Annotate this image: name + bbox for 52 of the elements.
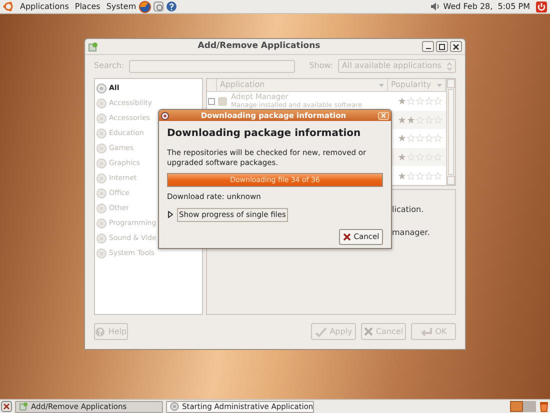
help-icon (95, 326, 106, 336)
help-button[interactable]: Help (94, 323, 128, 340)
workspace-switcher[interactable] (523, 401, 536, 412)
expander-arrow-icon[interactable] (167, 211, 174, 218)
circle-icon (96, 83, 107, 94)
star-icon (398, 134, 406, 142)
checkmark-icon (314, 326, 327, 336)
package-icon (88, 42, 98, 52)
caret-icon (379, 84, 384, 86)
package-icon (217, 96, 228, 107)
package-icon (19, 402, 28, 411)
column-header[interactable]: Application (217, 79, 388, 91)
description-text: lication. (392, 204, 425, 216)
star-icon (398, 97, 406, 106)
circle-icon (170, 402, 179, 411)
trash-icon[interactable] (539, 401, 549, 412)
maximize-button[interactable] (436, 41, 448, 52)
search-field[interactable] (129, 60, 296, 72)
scrollbar[interactable] (446, 79, 455, 185)
power-icon[interactable] (536, 0, 547, 12)
menu-item[interactable]: Places (74, 0, 100, 12)
description-text: manager. (392, 227, 431, 239)
minimize-icon (426, 48, 430, 49)
menu-item[interactable]: Applications (20, 0, 69, 12)
x-icon (364, 327, 373, 336)
cancel-button[interactable]: Cancel (361, 323, 406, 340)
clock[interactable]: Wed Feb 28, 5:05 PM (443, 0, 530, 12)
maximize-icon (439, 44, 445, 50)
minimize-button[interactable] (422, 41, 434, 52)
show-dropdown[interactable]: All available applications (338, 59, 456, 73)
close-button[interactable] (450, 41, 462, 52)
show-label: Show: (309, 60, 334, 72)
star-icon (398, 153, 406, 162)
search-label: Search: (94, 60, 124, 72)
globe-icon[interactable] (139, 0, 152, 12)
ok-button[interactable]: OK (411, 323, 456, 340)
checkbox[interactable] (208, 98, 215, 105)
return-arrow-icon (420, 326, 432, 336)
dialog-heading: Downloading package information (167, 128, 362, 140)
caret-icon (437, 84, 442, 86)
updown-arrows-icon (447, 62, 452, 70)
star-icon (398, 172, 406, 180)
apply-button[interactable]: Apply (311, 323, 356, 340)
speaker-icon[interactable] (430, 2, 440, 11)
x-icon (342, 232, 351, 240)
menu-item[interactable]: System (106, 0, 136, 12)
logo-icon[interactable] (3, 1, 14, 12)
window-title: Add/Remove Applications (196, 40, 322, 53)
show-desktop-icon[interactable] (1, 401, 12, 412)
close-icon (453, 44, 459, 50)
workspace-switcher[interactable] (510, 401, 523, 412)
help-icon[interactable] (166, 1, 178, 12)
